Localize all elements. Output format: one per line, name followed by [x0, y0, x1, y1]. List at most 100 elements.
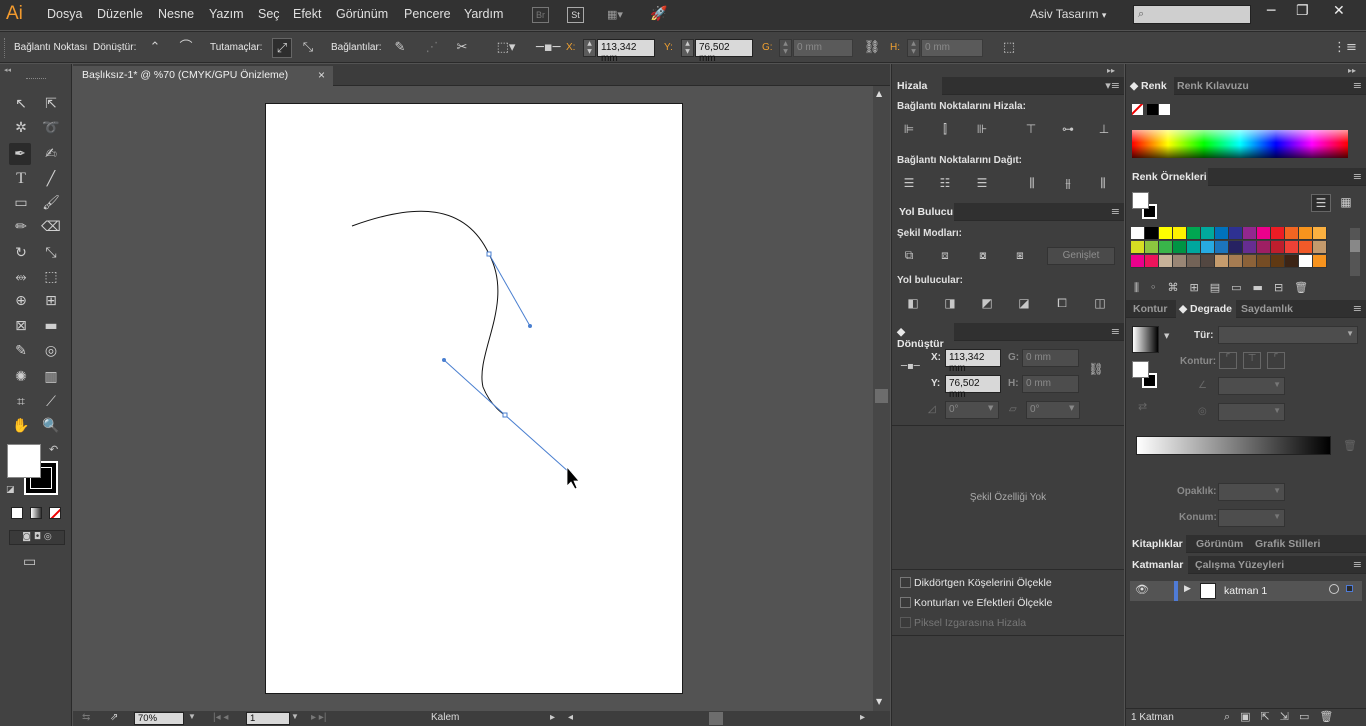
distribute-left-icon[interactable]: ⫼ — [1023, 174, 1041, 192]
swatch[interactable] — [1243, 255, 1257, 268]
collapse-toolbar-icon[interactable]: ◂◂ — [4, 66, 11, 74]
expand-panels-icon[interactable]: ▸▸ — [1107, 66, 1115, 75]
collapse-panels-icon[interactable]: ▸▸ — [1348, 66, 1356, 75]
swatch[interactable] — [1271, 255, 1285, 268]
hand-tool-icon[interactable]: ✋ — [10, 415, 32, 437]
menu-sec[interactable]: Seç — [258, 7, 280, 21]
transparency-tab[interactable]: Saydamlık — [1241, 303, 1293, 315]
distribute-vcenter-icon[interactable]: ☷ — [936, 174, 954, 192]
swatch[interactable] — [1229, 241, 1243, 254]
scroll-right-icon[interactable]: ▸ — [860, 712, 865, 723]
distribute-top-icon[interactable]: ☰ — [900, 174, 918, 192]
scroll-thumb[interactable] — [875, 389, 888, 403]
gradient-fill-preview[interactable] — [1132, 361, 1149, 378]
outline-icon[interactable]: ⧠ — [1053, 294, 1071, 312]
search-input[interactable]: ⌕ — [1133, 5, 1251, 24]
screen-mode-icon[interactable]: ▭ — [23, 554, 36, 570]
expand-button[interactable]: Genişlet — [1047, 247, 1115, 265]
layer-name[interactable]: katman 1 — [1224, 585, 1267, 597]
default-fill-stroke-icon[interactable]: ◪ — [6, 485, 15, 495]
artboard-field[interactable]: 1 — [246, 712, 290, 725]
transform-x-field[interactable]: 113,342 mm — [945, 349, 1001, 374]
swatch[interactable] — [1145, 241, 1159, 254]
type-dropdown[interactable]: ▼ — [1218, 326, 1358, 344]
swatch[interactable] — [1201, 255, 1215, 268]
magic-wand-tool-icon[interactable]: ✲ — [10, 117, 32, 139]
aspect-dropdown[interactable]: ▼ — [1218, 403, 1285, 421]
zoom-dropdown-icon[interactable]: ▼ — [188, 712, 196, 721]
eraser-tool-icon[interactable]: ⌫ — [40, 216, 62, 238]
minus-front-icon[interactable]: ⧈ — [936, 246, 954, 264]
swatch[interactable] — [1173, 241, 1187, 254]
first-artboard-icon[interactable]: |◂ ◂ — [213, 712, 228, 723]
convert-smooth-icon[interactable]: ⌒ — [176, 38, 196, 58]
swatch[interactable] — [1131, 255, 1145, 268]
swatch[interactable] — [1285, 255, 1299, 268]
scale-tool-icon[interactable]: ⤡ — [40, 242, 62, 264]
line-tool-icon[interactable]: ╱ — [40, 168, 62, 190]
restore-button[interactable]: ❐ — [1296, 3, 1309, 19]
y-field[interactable]: 76,502 mm — [695, 39, 753, 64]
remove-anchor-icon[interactable]: ✎ — [390, 38, 410, 58]
reference-point-icon[interactable]: ─▪─ — [901, 361, 920, 372]
distribute-bottom-icon[interactable]: ☰ — [973, 174, 991, 192]
scale-corners-checkbox[interactable] — [900, 577, 911, 588]
menu-pencere[interactable]: Pencere — [404, 7, 451, 21]
swatch[interactable] — [1145, 227, 1159, 240]
swatch[interactable] — [1313, 227, 1327, 240]
width-stepper[interactable]: ▲ ▼ — [779, 39, 792, 57]
grid-view-icon[interactable]: ▦ — [1336, 194, 1356, 212]
drawing-modes-icon[interactable]: ◙ ◘ ◎ — [9, 530, 65, 545]
swatch[interactable] — [1243, 241, 1257, 254]
trim-icon[interactable]: ◨ — [941, 294, 959, 312]
color-tab[interactable]: ◆ Renk — [1126, 77, 1174, 95]
height-stepper[interactable]: ▲ ▼ — [907, 39, 920, 57]
exclude-icon[interactable]: ⧆ — [1011, 246, 1029, 264]
bridge-button[interactable]: Br — [532, 7, 549, 23]
swatch[interactable] — [1131, 227, 1145, 240]
align-pixel-grid-checkbox[interactable] — [900, 617, 911, 628]
rotate-dropdown-icon[interactable]: ▼ — [988, 404, 993, 412]
minimize-button[interactable]: ─ — [1267, 3, 1275, 19]
mesh-tool-icon[interactable]: ⊠ — [10, 315, 32, 337]
x-field[interactable]: 113,342 mm — [597, 39, 655, 64]
swatch[interactable] — [1159, 241, 1173, 254]
white-swatch[interactable] — [1159, 104, 1170, 115]
menu-gorunum[interactable]: Görünüm — [336, 7, 388, 21]
unite-icon[interactable]: ⧉ — [900, 246, 918, 264]
distribute-hcenter-icon[interactable]: ⫵ — [1059, 174, 1077, 192]
direct-selection-tool-icon[interactable]: ⇱ — [40, 93, 62, 115]
expand-layer-icon[interactable]: ▶ — [1184, 584, 1191, 594]
gradient-tab[interactable]: ◆ Degrade — [1176, 300, 1236, 318]
scroll-up-icon[interactable]: ▲ — [876, 89, 882, 98]
swatch[interactable] — [1215, 255, 1229, 268]
panel-menu-icon[interactable]: ≡ — [1353, 79, 1362, 92]
transform-y-field[interactable]: 76,502 mm — [945, 375, 1001, 400]
artboard-dropdown-icon[interactable]: ▼ — [291, 712, 299, 721]
opacity-dropdown[interactable]: ▼ — [1218, 483, 1285, 501]
shear-dropdown-icon[interactable]: ▼ — [1069, 404, 1074, 412]
isolate-icon[interactable]: ⬚▾ — [494, 38, 518, 58]
menu-duzenle[interactable]: Düzenle — [97, 7, 143, 21]
divide-icon[interactable]: ◧ — [904, 294, 922, 312]
gradient-thumbnail[interactable] — [1132, 326, 1159, 353]
menu-efekt[interactable]: Efekt — [293, 7, 322, 21]
libraries-tab[interactable]: Kitaplıklar — [1126, 535, 1186, 553]
swatch[interactable] — [1285, 241, 1299, 254]
transform-w-field[interactable]: 0 mm — [1022, 349, 1079, 367]
width-tool-icon[interactable]: ⥈ — [10, 266, 32, 288]
fill-swatch[interactable] — [7, 444, 41, 478]
panel-menu-icon[interactable]: ≡ — [1111, 325, 1120, 338]
layers-tab[interactable]: Katmanlar — [1126, 556, 1188, 574]
type-tool-icon[interactable]: T — [10, 168, 32, 190]
symbol-sprayer-tool-icon[interactable]: ✺ — [10, 366, 32, 388]
workspace-switcher[interactable]: Asiv Tasarım ▾ — [1030, 7, 1106, 21]
layers-toolbar-icons[interactable]: ⌕▣⇱⇲▭🗑 — [1224, 710, 1343, 724]
constrain-proportions-icon[interactable]: ⛓ — [1087, 360, 1105, 378]
close-button[interactable]: ✕ — [1333, 3, 1345, 19]
panel-menu-icon[interactable]: ≡ — [1353, 170, 1362, 183]
align-top-icon[interactable]: ⊤ — [1022, 120, 1040, 138]
swatch[interactable] — [1271, 227, 1285, 240]
none-mode-icon[interactable] — [49, 507, 61, 519]
none-swatch[interactable] — [1132, 104, 1143, 115]
